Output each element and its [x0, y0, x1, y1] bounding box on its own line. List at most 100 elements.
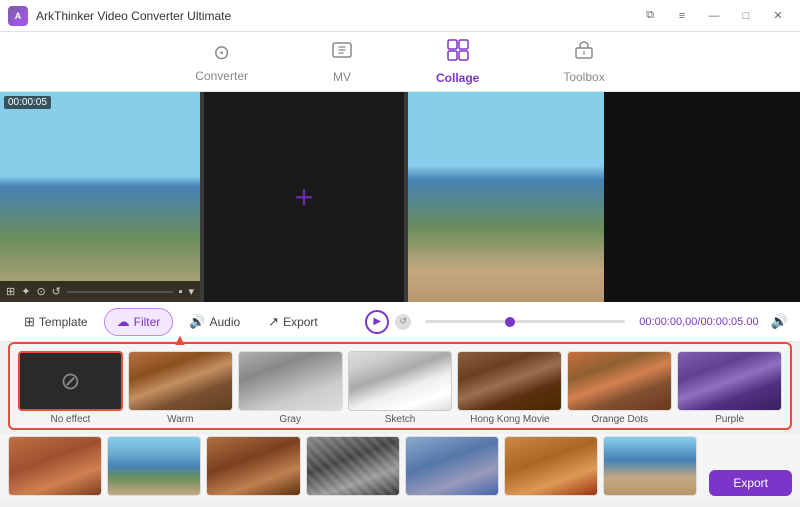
- filter-thumb-r2-2: [107, 436, 201, 496]
- filter-icon: ☁: [117, 314, 130, 330]
- filter-item-r2-7[interactable]: [603, 436, 697, 496]
- mv-icon: [332, 40, 352, 66]
- menu-btn[interactable]: ≡: [668, 6, 696, 26]
- toolbox-icon: [574, 40, 594, 66]
- window-controls: ⧉ ≡ — □ ✕: [636, 6, 792, 26]
- audio-btn[interactable]: 🔊 Audio: [177, 309, 252, 335]
- filter-item-r2-4[interactable]: [306, 436, 400, 496]
- video-area: 00:00:05 ⊞ ✦ ⊙ ↺ ▪ ▾ +: [0, 92, 800, 302]
- export-area: Export: [697, 470, 792, 496]
- video-frame-right1: [408, 92, 604, 302]
- filter-item-orangedots[interactable]: Orange Dots: [567, 351, 672, 425]
- video-frame-left: [0, 92, 200, 302]
- filter-thumb-r2-3: [206, 436, 300, 496]
- filter-item-purple[interactable]: Purple: [677, 351, 782, 425]
- playback-controls: ▶ ↺ 00:00:00,00/00:00:05.00 🔊: [365, 310, 788, 334]
- filter-label: Filter: [134, 315, 161, 329]
- toolbar: ⊞ Template ☁ Filter ▲ 🔊 Audio ↗ Export ▶…: [0, 302, 800, 342]
- loop-icon: ↺: [400, 316, 408, 327]
- tab-toolbox[interactable]: Toolbox: [551, 36, 616, 88]
- tab-mv[interactable]: MV: [320, 36, 364, 88]
- tab-toolbox-label: Toolbox: [563, 70, 604, 84]
- dropdown-icon[interactable]: ▾: [188, 285, 194, 298]
- filter-thumb-r2-4: [306, 436, 400, 496]
- filter-thumb-orangedots: [567, 351, 672, 411]
- filter-thumb-sketch: [348, 351, 453, 411]
- audio-icon: 🔊: [189, 314, 205, 330]
- filter-item-warm[interactable]: Warm: [128, 351, 233, 425]
- filter-label-gray: Gray: [279, 414, 301, 425]
- filter-label-hkmovie: Hong Kong Movie: [470, 414, 550, 425]
- refresh-icon: ↺: [52, 285, 61, 298]
- filter-item-noeffect[interactable]: No effect: [18, 351, 123, 425]
- tab-collage-label: Collage: [436, 71, 479, 85]
- play-button[interactable]: ▶: [365, 310, 389, 334]
- export-toolbar-label: Export: [283, 315, 318, 329]
- close-btn[interactable]: ✕: [764, 6, 792, 26]
- timeline-position: [505, 317, 515, 327]
- app-logo: A: [8, 6, 28, 26]
- filter-thumb-noeffect: [18, 351, 123, 411]
- filter-btn[interactable]: ☁ Filter: [104, 308, 174, 336]
- app-title: ArkThinker Video Converter Ultimate: [36, 9, 636, 23]
- timeline-bar[interactable]: [425, 320, 625, 323]
- filter-thumb-purple: [677, 351, 782, 411]
- collage-icon: [447, 39, 469, 67]
- template-btn[interactable]: ⊞ Template: [12, 309, 100, 335]
- filter-thumb-gray: [238, 351, 343, 411]
- tab-converter-label: Converter: [195, 69, 248, 83]
- grid-icon: ⊞: [6, 285, 15, 298]
- video-panel-right2: [604, 92, 800, 302]
- filter-label-purple: Purple: [715, 414, 744, 425]
- minimize-btn[interactable]: —: [700, 6, 728, 26]
- audio-label: Audio: [209, 315, 240, 329]
- filter-label-noeffect: No effect: [51, 414, 91, 425]
- filter-item-r2-2[interactable]: [107, 436, 201, 496]
- filter-row-2: [8, 436, 697, 496]
- video-panel-left: 00:00:05 ⊞ ✦ ⊙ ↺ ▪ ▾: [0, 92, 200, 302]
- filter-label-sketch: Sketch: [385, 414, 416, 425]
- filter-thumb-r2-6: [504, 436, 598, 496]
- mini-progress[interactable]: [67, 291, 173, 293]
- filter-row-1: No effect Warm Gray Sketch Hong Kong Mov…: [18, 348, 782, 428]
- nav-tabs: ⊙ Converter MV Collage Toolbox: [0, 32, 800, 92]
- video-timestamp: 00:00:05: [4, 96, 51, 109]
- filter-item-hkmovie[interactable]: Hong Kong Movie: [457, 351, 562, 425]
- filter-label-orangedots: Orange Dots: [591, 414, 648, 425]
- clock-icon: ⊙: [36, 285, 45, 298]
- filter-thumb-r2-1: [8, 436, 102, 496]
- tab-mv-label: MV: [333, 70, 351, 84]
- tab-converter[interactable]: ⊙ Converter: [183, 36, 260, 87]
- loop-btn[interactable]: ↺: [395, 314, 411, 330]
- export-icon: ↗: [268, 314, 279, 330]
- filter-item-r2-6[interactable]: [504, 436, 598, 496]
- add-video-icon: +: [295, 179, 314, 216]
- restore-btn[interactable]: ⧉: [636, 6, 664, 26]
- filter-item-gray[interactable]: Gray: [238, 351, 343, 425]
- cursor-icon: ✦: [21, 285, 30, 298]
- filter-item-r2-1[interactable]: [8, 436, 102, 496]
- toolbar-wrapper: ⊞ Template ☁ Filter ▲ 🔊 Audio ↗ Export ▶…: [0, 302, 800, 342]
- filter-thumb-hkmovie: [457, 351, 562, 411]
- arrow-up-indicator: ▲: [172, 332, 188, 350]
- filter-thumb-r2-5: [405, 436, 499, 496]
- filter-item-sketch[interactable]: Sketch: [348, 351, 453, 425]
- video-right-section: [408, 92, 800, 302]
- filter-thumb-r2-7: [603, 436, 697, 496]
- filter-label-warm: Warm: [167, 414, 193, 425]
- time-display: 00:00:00,00/00:00:05.00: [639, 316, 758, 328]
- filter-item-r2-5[interactable]: [405, 436, 499, 496]
- volume-icon[interactable]: 🔊: [771, 313, 788, 330]
- export-button[interactable]: Export: [709, 470, 792, 496]
- maximize-btn[interactable]: □: [732, 6, 760, 26]
- bottom-section: Export: [0, 434, 800, 500]
- film-icon: ▪: [179, 286, 183, 298]
- template-icon: ⊞: [24, 314, 35, 330]
- title-bar: A ArkThinker Video Converter Ultimate ⧉ …: [0, 0, 800, 32]
- export-toolbar-btn[interactable]: ↗ Export: [256, 309, 330, 335]
- tab-collage[interactable]: Collage: [424, 35, 491, 89]
- converter-icon: ⊙: [213, 40, 230, 65]
- video-panel-middle[interactable]: +: [204, 92, 404, 302]
- filter-thumb-warm: [128, 351, 233, 411]
- filter-item-r2-3[interactable]: [206, 436, 300, 496]
